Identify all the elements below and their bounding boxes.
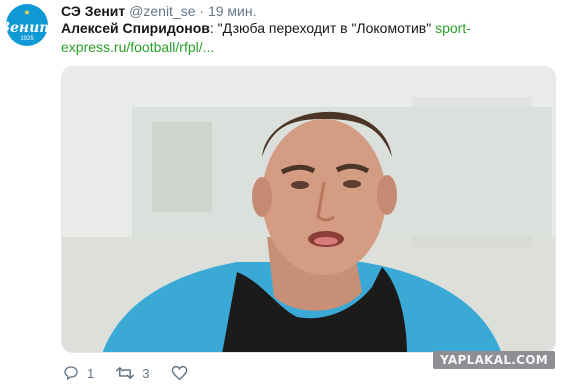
retweet-button[interactable]: 3 <box>116 365 149 381</box>
quoted-author: Алексей Спиридонов <box>61 20 210 36</box>
separator: · <box>199 3 205 19</box>
like-button[interactable] <box>171 365 196 381</box>
author-handle[interactable]: @zenit_se <box>129 3 195 19</box>
star-icon: ★ <box>23 7 31 17</box>
retweet-icon <box>116 367 135 379</box>
tweet-header: СЭ Зенит @zenit_se · 19 мин. <box>61 2 257 20</box>
retweet-count: 3 <box>142 365 150 381</box>
author-name[interactable]: СЭ Зенит <box>61 3 125 19</box>
player-photo <box>62 67 555 352</box>
watermark: YAPLAKAL.COM <box>433 351 555 369</box>
timestamp[interactable]: 19 мин. <box>208 3 257 19</box>
tweet-photo[interactable] <box>61 66 556 353</box>
reply-count: 1 <box>87 365 95 381</box>
avatar[interactable]: ★ Зенит 1925 <box>6 4 48 46</box>
avatar-logo-text: Зенит <box>6 19 48 36</box>
avatar-logo-year: 1925 <box>20 35 34 42</box>
heart-icon <box>172 365 188 381</box>
reply-button[interactable]: 1 <box>63 365 94 381</box>
tweet-text: Алексей Спиридонов: "Дзюба переходит в "… <box>61 19 551 57</box>
reply-icon <box>64 366 78 381</box>
quote-text: : "Дзюба переходит в "Локомотив" <box>209 20 436 36</box>
tweet-actions: 1 3 <box>63 365 218 381</box>
